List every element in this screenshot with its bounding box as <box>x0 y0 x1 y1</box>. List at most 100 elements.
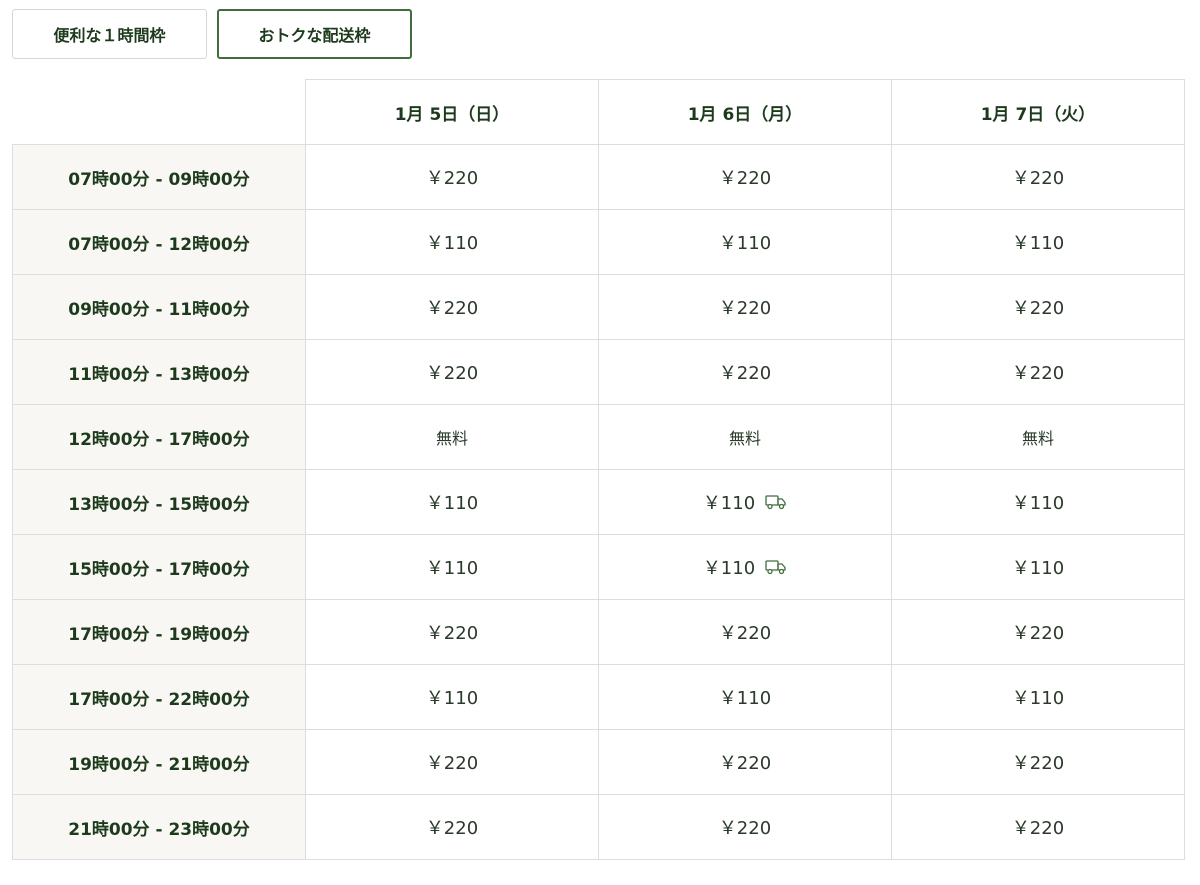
slot-price-content: ￥110 <box>426 684 478 710</box>
slot-price: ￥220 <box>425 753 479 774</box>
slot-price-cell[interactable]: ￥110 <box>891 664 1185 730</box>
table-row: 07時00分 - 09時00分 ￥220 ￥220 ￥220 <box>12 144 1185 210</box>
slot-price-cell[interactable]: ￥220 <box>598 339 892 405</box>
slot-price: ￥110 <box>1011 688 1065 709</box>
slot-price-cell[interactable]: ￥220 <box>598 599 892 665</box>
slot-price-cell[interactable]: 無料 <box>598 404 892 470</box>
slot-price: ￥220 <box>1011 298 1065 319</box>
slot-price: ￥110 <box>425 688 479 709</box>
slot-price: ￥220 <box>1011 818 1065 839</box>
slot-price: ￥220 <box>425 298 479 319</box>
tab-value-delivery-slots[interactable]: おトクな配送枠 <box>217 9 412 59</box>
slot-price-cell[interactable]: ￥110 <box>891 534 1185 600</box>
time-slot-label: 17時00分 - 19時00分 <box>12 599 306 665</box>
slot-price-cell[interactable]: ￥220 <box>891 599 1185 665</box>
slot-price-cell[interactable]: ￥110 <box>305 469 599 535</box>
slot-price-content: ￥220 <box>1012 164 1064 190</box>
tab-one-hour-slots[interactable]: 便利な１時間枠 <box>12 9 207 59</box>
slot-price-content: ￥220 <box>1012 619 1064 645</box>
slot-price: ￥110 <box>1011 558 1065 579</box>
table-row: 09時00分 - 11時00分 ￥220 ￥220 ￥220 <box>12 274 1185 340</box>
slot-price: ￥110 <box>425 558 479 579</box>
slot-price-content: 無料 <box>436 425 468 449</box>
slot-price-cell[interactable]: ￥110 <box>598 209 892 275</box>
slot-price-cell[interactable]: ￥220 <box>305 144 599 210</box>
slot-price-cell[interactable]: ￥220 <box>598 274 892 340</box>
slot-price: ￥220 <box>1011 753 1065 774</box>
slot-price-content: ￥220 <box>1012 294 1064 320</box>
slot-price-cell[interactable]: ￥110 <box>598 664 892 730</box>
slot-price-cell[interactable]: ￥110 <box>598 469 892 535</box>
time-slot-label: 19時00分 - 21時00分 <box>12 729 306 795</box>
slot-price-cell[interactable]: ￥110 <box>598 534 892 600</box>
time-slot-label: 15時00分 - 17時00分 <box>12 534 306 600</box>
slot-price: 無料 <box>728 429 761 448</box>
slot-price: ￥220 <box>1011 168 1065 189</box>
slot-price-cell[interactable]: ￥110 <box>891 209 1185 275</box>
slot-price: ￥220 <box>425 818 479 839</box>
time-slot-label: 07時00分 - 12時00分 <box>12 209 306 275</box>
slot-price-cell[interactable]: 無料 <box>305 404 599 470</box>
slot-price: ￥220 <box>718 818 772 839</box>
slot-price: ￥110 <box>425 233 479 254</box>
slot-price-cell[interactable]: ￥220 <box>305 339 599 405</box>
slot-price-content: ￥220 <box>426 814 478 840</box>
slot-price-content: ￥110 <box>719 684 771 710</box>
time-slot-label: 17時00分 - 22時00分 <box>12 664 306 730</box>
time-slot-label: 13時00分 - 15時00分 <box>12 469 306 535</box>
slot-price-content: ￥220 <box>719 164 771 190</box>
slot-price-content: ￥110 <box>1012 684 1064 710</box>
slot-price: ￥110 <box>1011 493 1065 514</box>
date-header: 1月 5日（日） <box>305 79 599 145</box>
slot-price-cell[interactable]: ￥220 <box>891 794 1185 860</box>
table-row: 19時00分 - 21時00分 ￥220 ￥220 ￥220 <box>12 729 1185 795</box>
slot-price-content: 無料 <box>729 425 761 449</box>
slot-price: ￥110 <box>702 493 756 514</box>
slot-price-content: ￥110 <box>426 554 478 580</box>
slot-price-cell[interactable]: ￥110 <box>305 534 599 600</box>
slot-price-cell[interactable]: ￥220 <box>305 729 599 795</box>
slot-price-cell[interactable]: ￥220 <box>598 794 892 860</box>
slot-price: ￥110 <box>718 233 772 254</box>
table-row: 13時00分 - 15時00分 ￥110 ￥110 ￥110 <box>12 469 1185 535</box>
slot-price-content: ￥220 <box>719 359 771 385</box>
slot-price-content: ￥110 <box>703 554 787 580</box>
slot-price-cell[interactable]: ￥220 <box>305 599 599 665</box>
slot-price-cell[interactable]: ￥220 <box>891 339 1185 405</box>
slot-price: ￥220 <box>718 168 772 189</box>
slot-price-content: ￥110 <box>703 489 787 515</box>
slot-price-cell[interactable]: ￥220 <box>305 794 599 860</box>
slot-price-content: ￥110 <box>426 489 478 515</box>
delivery-slot-table: 1月 5日（日） 1月 6日（月） 1月 7日（火） 07時00分 - 09時0… <box>12 79 1185 860</box>
slot-price-cell[interactable]: ￥220 <box>598 144 892 210</box>
slot-price-content: ￥220 <box>1012 749 1064 775</box>
slot-price: ￥220 <box>425 623 479 644</box>
slot-price-cell[interactable]: ￥110 <box>305 664 599 730</box>
slot-price-cell[interactable]: ￥220 <box>305 274 599 340</box>
slot-price-cell[interactable]: ￥220 <box>891 274 1185 340</box>
slot-price: ￥220 <box>1011 623 1065 644</box>
slot-price: ￥110 <box>425 493 479 514</box>
slot-price-cell[interactable]: 無料 <box>891 404 1185 470</box>
slot-price: 無料 <box>1021 429 1054 448</box>
time-slot-label: 21時00分 - 23時00分 <box>12 794 306 860</box>
slot-price-content: ￥220 <box>719 749 771 775</box>
date-header-row: 1月 5日（日） 1月 6日（月） 1月 7日（火） <box>12 79 1185 145</box>
table-row: 17時00分 - 22時00分 ￥110 ￥110 ￥110 <box>12 664 1185 730</box>
slot-price: ￥220 <box>425 168 479 189</box>
slot-price-cell[interactable]: ￥220 <box>891 729 1185 795</box>
slot-price-cell[interactable]: ￥110 <box>891 469 1185 535</box>
slot-price: ￥220 <box>718 363 772 384</box>
slot-price-cell[interactable]: ￥110 <box>305 209 599 275</box>
delivery-truck-icon <box>765 559 787 575</box>
table-row: 12時00分 - 17時00分 無料 無料 無料 <box>12 404 1185 470</box>
time-slot-label: 12時00分 - 17時00分 <box>12 404 306 470</box>
slot-price: ￥110 <box>1011 233 1065 254</box>
slot-price-cell[interactable]: ￥220 <box>891 144 1185 210</box>
slot-price-content: 無料 <box>1022 425 1054 449</box>
date-header: 1月 6日（月） <box>598 79 892 145</box>
table-row: 15時00分 - 17時00分 ￥110 ￥110 ￥110 <box>12 534 1185 600</box>
slot-price: ￥220 <box>425 363 479 384</box>
slot-price-cell[interactable]: ￥220 <box>598 729 892 795</box>
slot-price-content: ￥220 <box>719 294 771 320</box>
